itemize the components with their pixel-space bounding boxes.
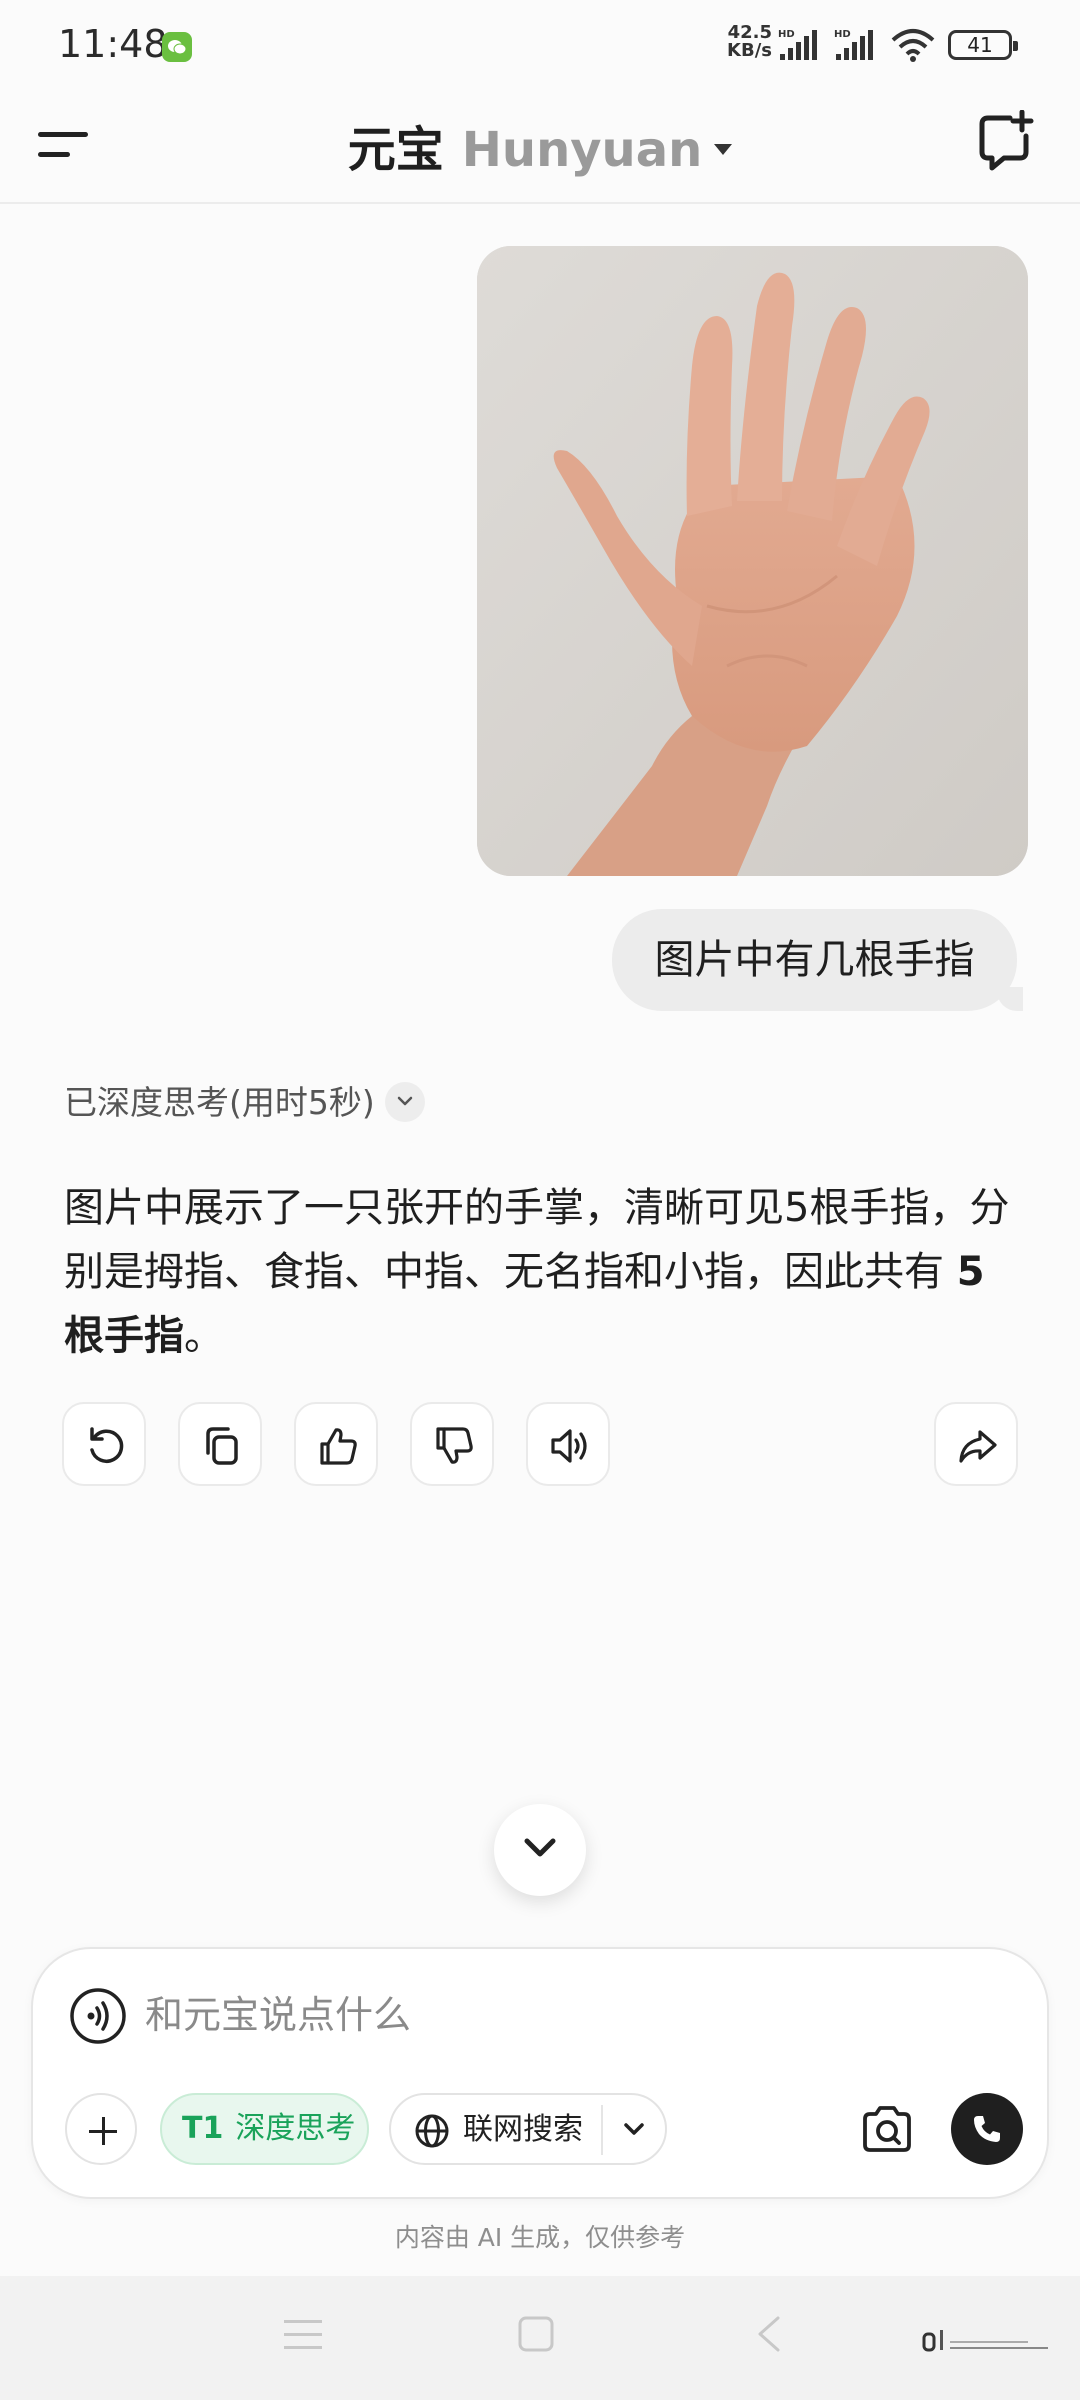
answer-actions xyxy=(62,1402,1020,1486)
deep-think-badge: T1 xyxy=(182,2111,224,2146)
add-attachment-button[interactable] xyxy=(65,2093,137,2165)
wifi-icon xyxy=(891,29,935,62)
chevron-down-icon xyxy=(384,1081,425,1122)
model-selector[interactable]: 元宝 Hunyuan xyxy=(0,110,1080,180)
deep-think-label: 深度思考 xyxy=(235,2111,356,2146)
share-button[interactable] xyxy=(934,1402,1018,1486)
read-aloud-button[interactable] xyxy=(526,1402,610,1486)
copy-button[interactable] xyxy=(178,1402,262,1486)
ai-disclaimer: 内容由 AI 生成，仅供参考 xyxy=(394,2223,686,2252)
new-chat-icon[interactable] xyxy=(976,110,1036,172)
signal-icon: HD xyxy=(778,29,817,60)
home-nav-icon[interactable] xyxy=(516,2314,556,2354)
message-composer: T1 深度思考 联网搜索 xyxy=(31,1947,1049,2199)
menu-nav-icon[interactable] xyxy=(282,2314,324,2354)
answer-text: 图片中展示了一只张开的手掌，清晰可见5根手指，分别是拇指、食指、中指、无名指和小… xyxy=(64,1185,1010,1295)
voice-call-button[interactable] xyxy=(951,2093,1023,2165)
thinking-toggle[interactable]: 已深度思考(用时5秒) xyxy=(64,1076,425,1125)
refresh-icon xyxy=(90,1427,124,1463)
back-nav-icon[interactable] xyxy=(752,2314,786,2354)
user-message-bubble: 图片中有几根手指 xyxy=(612,909,1023,1011)
voice-input-icon[interactable] xyxy=(69,1987,127,2045)
thinking-label: 已深度思考(用时5秒) xyxy=(64,1083,375,1122)
answer-end: 。 xyxy=(184,1313,224,1359)
speaker-icon xyxy=(551,1429,587,1463)
camera-icon[interactable] xyxy=(857,2099,917,2159)
assistant-answer: 图片中展示了一只张开的手掌，清晰可见5根手指，分别是拇指、食指、中指、无名指和小… xyxy=(64,1176,1024,1368)
copy-icon xyxy=(206,1427,238,1465)
message-input[interactable] xyxy=(143,1985,743,2045)
deep-think-toggle[interactable]: T1 深度思考 xyxy=(160,2093,369,2165)
globe-icon xyxy=(415,2114,449,2148)
wechat-icon xyxy=(162,32,192,62)
status-time: 11:48 xyxy=(58,22,168,66)
web-search-toggle[interactable]: 联网搜索 xyxy=(389,2093,667,2165)
svg-text:HD: HD xyxy=(778,29,795,40)
signal-icon-2: HD xyxy=(834,29,873,60)
divider xyxy=(601,2105,603,2155)
phone-icon xyxy=(974,2116,1000,2142)
thumbs-down-icon xyxy=(436,1427,473,1464)
battery-icon: 41 xyxy=(948,30,1018,60)
thumbs-up-icon xyxy=(320,1428,357,1465)
like-button[interactable] xyxy=(294,1402,378,1486)
status-bar: 11:48 42.5 KB/s HD HD 41 xyxy=(0,0,1080,90)
net-speed-unit: KB/s xyxy=(727,40,772,61)
web-search-label: 联网搜索 xyxy=(463,2112,583,2147)
watermark-icon xyxy=(922,2330,1048,2352)
dislike-button[interactable] xyxy=(410,1402,494,1486)
user-image-hand[interactable] xyxy=(477,246,1028,876)
model-name: Hunyuan xyxy=(461,122,703,178)
share-arrow-icon xyxy=(959,1430,997,1463)
app-title: 元宝 xyxy=(347,122,444,178)
system-nav-bar xyxy=(0,2276,1080,2400)
regenerate-button[interactable] xyxy=(62,1402,146,1486)
chevron-down-icon xyxy=(524,1838,556,1857)
scroll-to-bottom-button[interactable] xyxy=(494,1804,586,1896)
net-speed: 42.5 KB/s xyxy=(720,24,772,60)
app-header: 元宝 Hunyuan xyxy=(0,90,1080,204)
dropdown-caret-icon xyxy=(714,143,733,155)
chevron-down-icon[interactable] xyxy=(623,2121,645,2137)
svg-text:HD: HD xyxy=(834,29,851,40)
